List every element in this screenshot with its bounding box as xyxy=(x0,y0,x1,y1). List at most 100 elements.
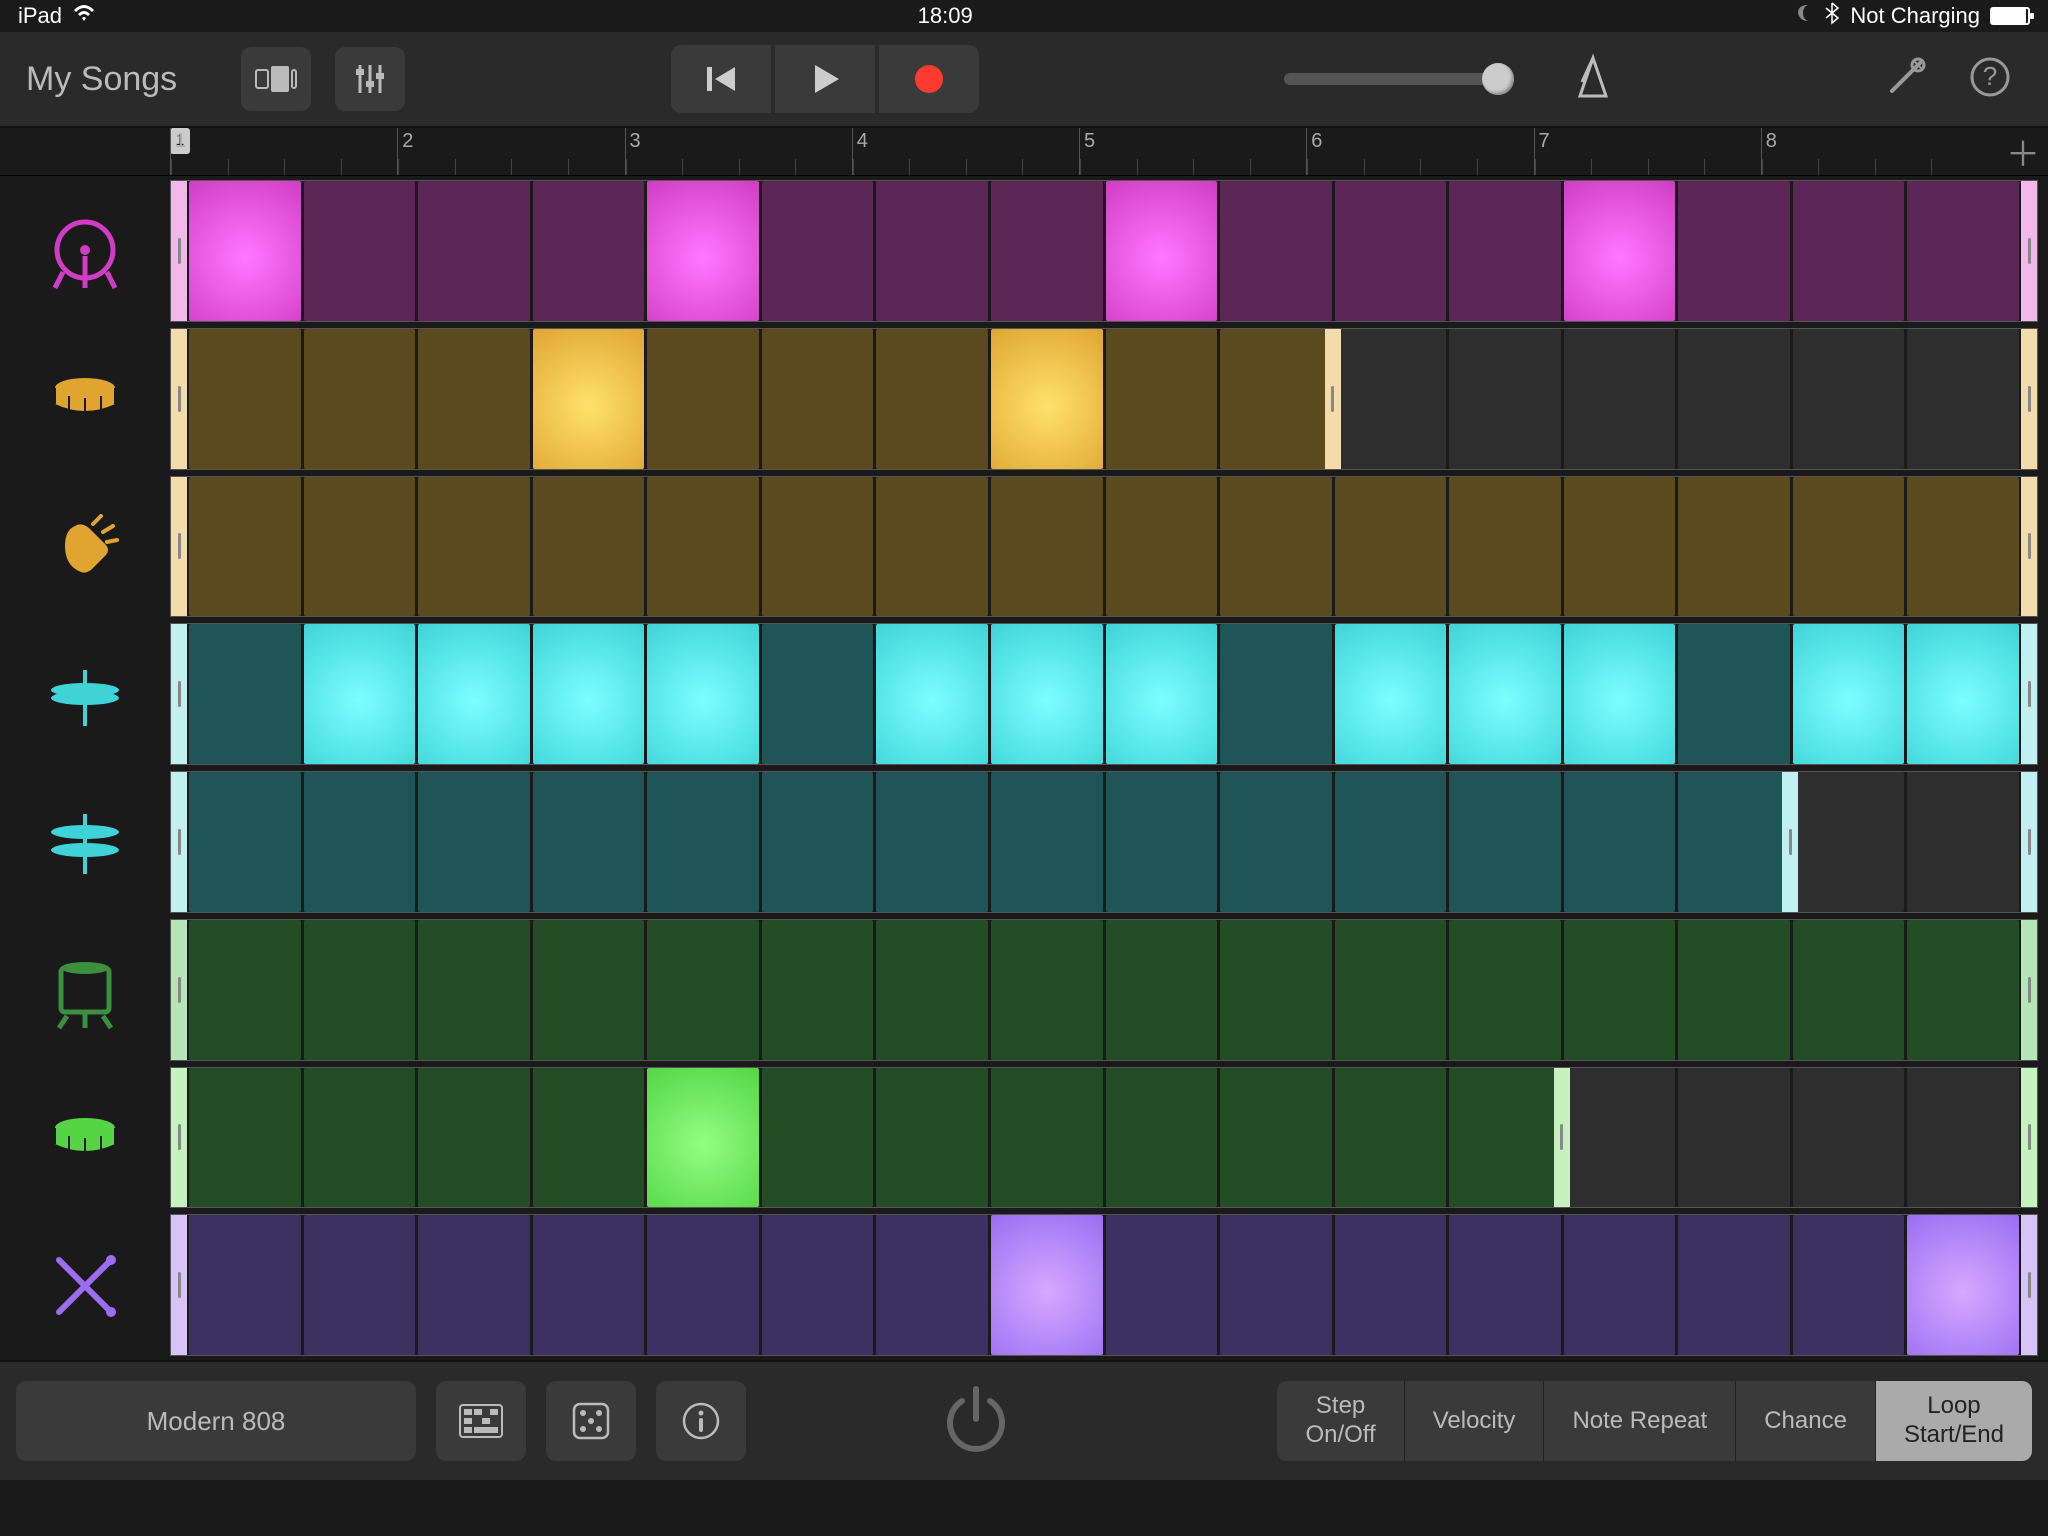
step-cell[interactable] xyxy=(189,181,301,321)
step-cell[interactable] xyxy=(991,1068,1103,1208)
power-button[interactable] xyxy=(926,1371,1026,1471)
step-cell[interactable] xyxy=(304,477,416,617)
step-cell[interactable] xyxy=(1449,1068,1561,1208)
step-cell[interactable] xyxy=(533,772,645,912)
step-cell[interactable] xyxy=(1564,772,1676,912)
step-cell[interactable] xyxy=(1907,772,2019,912)
ruler-bar[interactable]: 4 xyxy=(852,128,1079,175)
step-cell[interactable] xyxy=(304,1068,416,1208)
loop-end-handle-outer[interactable] xyxy=(2021,624,2037,764)
step-cell[interactable] xyxy=(1678,772,1790,912)
step-cell[interactable] xyxy=(1335,772,1447,912)
loop-start-handle[interactable] xyxy=(171,1215,187,1355)
loop-end-handle-outer[interactable] xyxy=(2021,1215,2037,1355)
step-cell[interactable] xyxy=(762,329,874,469)
step-cell[interactable] xyxy=(1678,477,1790,617)
timeline-ruler[interactable]: 1 12345678 ＋ xyxy=(0,128,2048,176)
step-cell[interactable] xyxy=(1449,920,1561,1060)
instrument-snare2[interactable] xyxy=(0,1064,170,1212)
step-cell[interactable] xyxy=(1678,181,1790,321)
ruler-bar[interactable]: 1 xyxy=(170,128,397,175)
step-cell[interactable] xyxy=(1220,624,1332,764)
step-cell[interactable] xyxy=(418,477,530,617)
step-cell[interactable] xyxy=(533,181,645,321)
step-cell[interactable] xyxy=(304,772,416,912)
ruler-bar[interactable]: 5 xyxy=(1079,128,1306,175)
ruler-bar[interactable]: 8 xyxy=(1761,128,1988,175)
step-cell[interactable] xyxy=(304,1215,416,1355)
step-cell[interactable] xyxy=(762,1215,874,1355)
step-cell[interactable] xyxy=(1793,1068,1905,1208)
step-cell[interactable] xyxy=(1678,329,1790,469)
step-cell[interactable] xyxy=(189,920,301,1060)
step-cell[interactable] xyxy=(647,329,759,469)
info-button[interactable] xyxy=(656,1381,746,1461)
step-cell[interactable] xyxy=(189,477,301,617)
step-cell[interactable] xyxy=(647,624,759,764)
step-cell[interactable] xyxy=(1449,181,1561,321)
volume-slider[interactable] xyxy=(1284,73,1504,85)
step-cell[interactable] xyxy=(418,329,530,469)
step-cell[interactable] xyxy=(1678,624,1790,764)
step-cell[interactable] xyxy=(1106,477,1218,617)
step-cell[interactable] xyxy=(876,477,988,617)
step-cell[interactable] xyxy=(762,181,874,321)
step-cell[interactable] xyxy=(762,920,874,1060)
mode-velocity[interactable]: Velocity xyxy=(1404,1381,1544,1461)
step-cell[interactable] xyxy=(1793,477,1905,617)
kit-selector[interactable]: Modern 808 xyxy=(16,1381,416,1461)
step-cell[interactable] xyxy=(1335,920,1447,1060)
browser-button[interactable] xyxy=(241,47,311,111)
instrument-snare[interactable] xyxy=(0,324,170,472)
step-cell[interactable] xyxy=(1907,329,2019,469)
mode-chance[interactable]: Chance xyxy=(1735,1381,1875,1461)
loop-end-handle-outer[interactable] xyxy=(2021,772,2037,912)
step-cell[interactable] xyxy=(647,920,759,1060)
step-cell[interactable] xyxy=(1449,1215,1561,1355)
step-cell[interactable] xyxy=(1907,1215,2019,1355)
step-cell[interactable] xyxy=(1449,477,1561,617)
step-cell[interactable] xyxy=(1678,1068,1790,1208)
step-cell[interactable] xyxy=(189,1215,301,1355)
play-button[interactable] xyxy=(775,45,875,113)
step-cell[interactable] xyxy=(1335,1215,1447,1355)
step-cell[interactable] xyxy=(1793,1215,1905,1355)
step-cell[interactable] xyxy=(991,181,1103,321)
step-cell[interactable] xyxy=(1564,477,1676,617)
step-cell[interactable] xyxy=(533,1215,645,1355)
instrument-tom[interactable] xyxy=(0,916,170,1064)
step-cell[interactable] xyxy=(1564,181,1676,321)
ruler-bar[interactable]: 2 xyxy=(397,128,624,175)
step-cell[interactable] xyxy=(1907,477,2019,617)
step-cell[interactable] xyxy=(1793,181,1905,321)
mode-loop-start-end[interactable]: LoopStart/End xyxy=(1875,1381,2032,1461)
step-cell[interactable] xyxy=(876,772,988,912)
step-cell[interactable] xyxy=(991,1215,1103,1355)
step-cell[interactable] xyxy=(1220,477,1332,617)
step-cell[interactable] xyxy=(1564,624,1676,764)
step-cell[interactable] xyxy=(189,1068,301,1208)
step-cell[interactable] xyxy=(1106,920,1218,1060)
step-cell[interactable] xyxy=(991,624,1103,764)
loop-start-handle[interactable] xyxy=(171,624,187,764)
step-cell[interactable] xyxy=(1907,181,2019,321)
step-cell[interactable] xyxy=(1564,329,1676,469)
loop-end-handle-outer[interactable] xyxy=(2021,477,2037,617)
step-cell[interactable] xyxy=(1106,329,1218,469)
step-cell[interactable] xyxy=(533,329,645,469)
loop-end-handle[interactable] xyxy=(1554,1068,1570,1208)
step-cell[interactable] xyxy=(1335,477,1447,617)
settings-button[interactable] xyxy=(1884,55,1928,104)
step-cell[interactable] xyxy=(647,1068,759,1208)
step-cell[interactable] xyxy=(762,477,874,617)
step-cell[interactable] xyxy=(1335,181,1447,321)
step-cell[interactable] xyxy=(533,477,645,617)
mode-step-on-off[interactable]: StepOn/Off xyxy=(1277,1381,1403,1461)
step-cell[interactable] xyxy=(1449,624,1561,764)
step-cell[interactable] xyxy=(876,181,988,321)
step-cell[interactable] xyxy=(1335,624,1447,764)
step-cell[interactable] xyxy=(1564,920,1676,1060)
step-cell[interactable] xyxy=(876,1215,988,1355)
instrument-kick[interactable] xyxy=(0,176,170,324)
step-cell[interactable] xyxy=(876,920,988,1060)
